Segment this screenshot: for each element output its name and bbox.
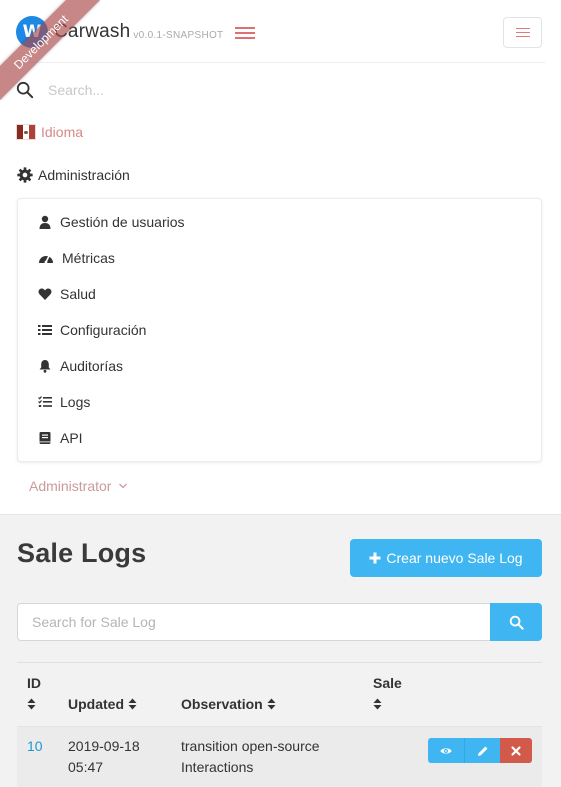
menu-item-label: Logs bbox=[60, 394, 91, 410]
hamburger-icon[interactable] bbox=[235, 27, 255, 39]
menu-item-label: Gestión de usuarios bbox=[60, 214, 185, 230]
chevron-down-icon bbox=[119, 483, 128, 489]
brand[interactable]: W Carwash v0.0.1-SNAPSHOT bbox=[16, 16, 223, 48]
menu-item-api[interactable]: API bbox=[38, 427, 83, 449]
close-icon bbox=[511, 745, 521, 756]
language-label: Idioma bbox=[41, 124, 84, 140]
column-header-observation[interactable]: Observation bbox=[181, 696, 276, 712]
column-header-label: Updated bbox=[68, 696, 124, 712]
admin-dropdown-menu: Gestión de usuarios Métricas Salud Confi… bbox=[17, 198, 542, 462]
menu-item-label: Salud bbox=[60, 286, 96, 302]
search-icon bbox=[16, 81, 34, 99]
row-actions bbox=[428, 738, 532, 763]
delete-button[interactable] bbox=[500, 738, 532, 763]
view-button[interactable] bbox=[428, 738, 464, 763]
mexico-flag-icon bbox=[16, 124, 36, 140]
plus-icon bbox=[369, 552, 381, 564]
gear-icon bbox=[17, 167, 33, 183]
updated-date: 2019-09-18 bbox=[68, 738, 140, 754]
menu-item-user-management[interactable]: Gestión de usuarios bbox=[38, 211, 185, 233]
observation-line-2: Interactions bbox=[181, 759, 254, 775]
edit-button[interactable] bbox=[464, 738, 500, 763]
sort-icon[interactable] bbox=[27, 698, 36, 710]
admin-menu-toggle[interactable]: Administración bbox=[16, 164, 130, 186]
navbar-search[interactable]: Search... bbox=[16, 78, 104, 102]
heart-icon bbox=[38, 288, 52, 300]
column-header-label: Observation bbox=[181, 696, 263, 712]
column-header-sale[interactable]: Sale bbox=[373, 675, 402, 691]
table-top-border bbox=[17, 662, 542, 663]
menu-item-metrics[interactable]: Métricas bbox=[38, 247, 115, 269]
account-label: Administrator bbox=[29, 478, 112, 494]
column-header-label: Sale bbox=[373, 675, 402, 691]
navbar-search-input[interactable]: Search... bbox=[48, 82, 104, 98]
brand-title: Carwash bbox=[54, 21, 131, 42]
eye-icon bbox=[440, 747, 452, 754]
menu-item-label: API bbox=[60, 430, 83, 446]
menu-item-label: Auditorías bbox=[60, 358, 124, 374]
menu-item-configuration[interactable]: Configuración bbox=[38, 319, 146, 341]
search-button[interactable] bbox=[490, 603, 542, 641]
create-sale-log-button[interactable]: Crear nuevo Sale Log bbox=[350, 539, 542, 577]
user-icon bbox=[39, 215, 51, 229]
brand-logo-icon: W bbox=[16, 16, 48, 48]
tasks-icon bbox=[38, 396, 52, 407]
account-menu-toggle[interactable]: Administrator bbox=[29, 476, 128, 496]
menu-item-audits[interactable]: Auditorías bbox=[38, 355, 123, 377]
menu-bars-icon bbox=[515, 27, 530, 38]
navbar-toggler-button[interactable] bbox=[503, 17, 542, 48]
sort-icon[interactable] bbox=[373, 698, 382, 710]
menu-item-health[interactable]: Salud bbox=[38, 283, 96, 305]
column-header-id[interactable]: ID bbox=[27, 675, 41, 691]
nav-divider bbox=[16, 62, 545, 63]
book-icon bbox=[39, 432, 51, 444]
navbar: W Carwash v0.0.1-SNAPSHOT Search... Idio… bbox=[0, 0, 561, 515]
language-menu[interactable]: Idioma bbox=[16, 121, 83, 143]
main-content: Sale Logs Crear nuevo Sale Log Search fo… bbox=[0, 515, 561, 787]
observation-line-1: transition open-source bbox=[181, 738, 320, 754]
brand-version: v0.0.1-SNAPSHOT bbox=[133, 30, 224, 41]
column-header-label: ID bbox=[27, 675, 41, 691]
updated-time: 05:47 bbox=[68, 759, 104, 775]
sort-icon bbox=[128, 698, 137, 710]
sale-log-search-input[interactable]: Search for Sale Log bbox=[17, 603, 491, 641]
list-icon bbox=[38, 325, 52, 335]
column-header-updated[interactable]: Updated bbox=[68, 696, 137, 712]
bell-icon bbox=[39, 360, 51, 373]
pencil-icon bbox=[477, 746, 487, 756]
tachometer-icon bbox=[39, 255, 53, 264]
sort-icon bbox=[267, 698, 276, 710]
page-title: Sale Logs bbox=[17, 538, 147, 568]
search-placeholder: Search for Sale Log bbox=[32, 614, 156, 630]
menu-item-label: Métricas bbox=[62, 250, 115, 266]
menu-item-logs[interactable]: Logs bbox=[38, 391, 90, 413]
search-icon bbox=[509, 615, 524, 630]
create-button-label: Crear nuevo Sale Log bbox=[386, 550, 523, 566]
sale-log-id-link[interactable]: 10 bbox=[27, 736, 43, 757]
menu-item-label: Configuración bbox=[60, 322, 147, 338]
admin-label: Administración bbox=[38, 167, 130, 183]
